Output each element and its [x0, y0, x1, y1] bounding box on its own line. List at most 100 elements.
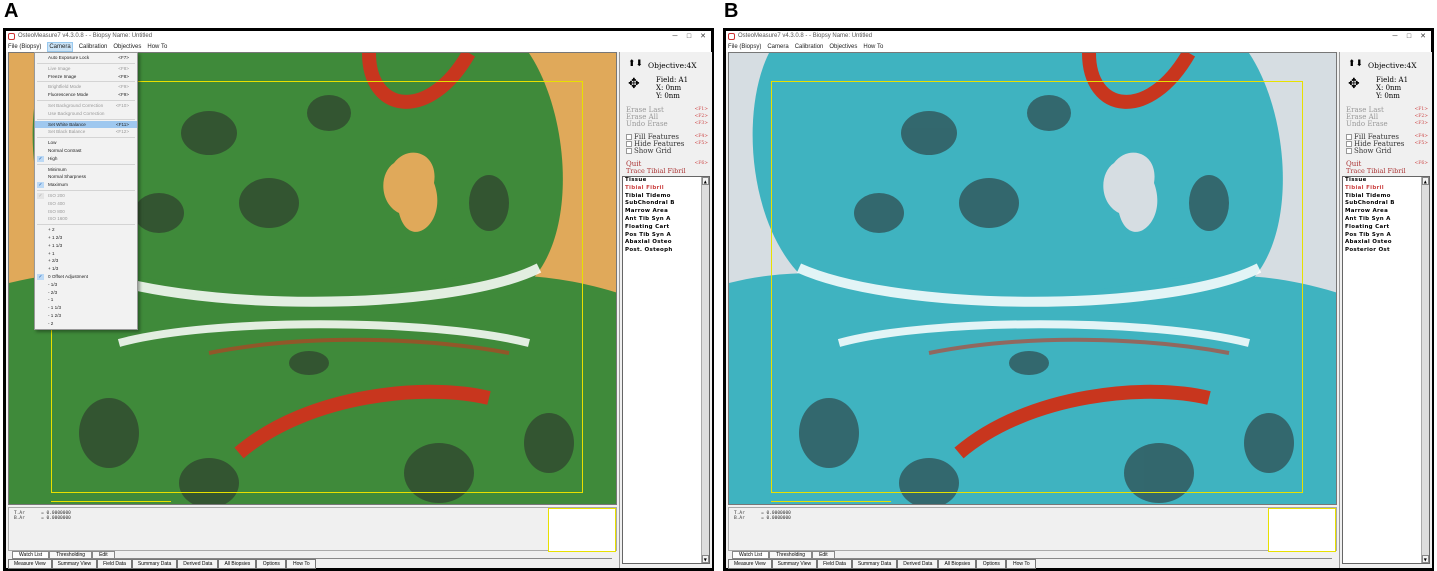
image-view[interactable]: 500 µm [728, 52, 1337, 505]
undo-erase-button[interactable]: Undo Erase <F3> [1346, 120, 1428, 128]
feature-list-item[interactable]: Tibial Fibril [1343, 185, 1429, 193]
menu-item[interactable]: ISO 800 [35, 208, 137, 216]
menu-item[interactable]: - 1 1/3 [35, 304, 137, 312]
tab-summary-data[interactable]: Summary Data [851, 559, 898, 569]
feature-list-item[interactable]: Tibial Tidemo [1343, 193, 1429, 201]
checkbox-icon[interactable] [1346, 148, 1352, 154]
menu-item[interactable]: Auto Exposure Lock <F7> [35, 54, 137, 62]
tab-field-data[interactable]: Field Data [97, 559, 132, 569]
menu-item[interactable]: Normal Contrast [35, 147, 137, 155]
tab-watch-list[interactable]: Watch List [12, 551, 50, 558]
scroll-down-icon[interactable]: ▼ [702, 555, 709, 563]
tab-measure-view[interactable]: Measure View [8, 559, 52, 569]
menu-file-biopsy[interactable]: File (Biopsy) [728, 42, 761, 52]
menu-item[interactable]: ISO 1600 [35, 215, 137, 223]
tab-edit[interactable]: Edit [92, 551, 115, 558]
scroll-up-icon[interactable]: ▲ [702, 177, 709, 185]
tab-options[interactable]: Options [976, 559, 1007, 569]
up-down-arrows-icon[interactable]: ⬆⬇ [1348, 59, 1363, 69]
tab-edit[interactable]: Edit [812, 551, 835, 558]
menu-item[interactable]: Low [35, 139, 137, 147]
menu-how-to[interactable]: How To [147, 42, 167, 52]
feature-list-item[interactable]: Tissue [623, 177, 709, 185]
tab-field-data[interactable]: Field Data [817, 559, 852, 569]
menu-item[interactable]: Fluorescence Mode <F9> [35, 91, 137, 99]
tab-all-biopsies[interactable]: All Biopsies [938, 559, 977, 569]
tab-watch-list[interactable]: Watch List [732, 551, 770, 558]
tab-summary-view[interactable]: Summary View [771, 559, 818, 569]
feature-list-item[interactable]: Abaxial Osteo [623, 239, 709, 247]
tab-summary-data[interactable]: Summary Data [131, 559, 178, 569]
scroll-up-icon[interactable]: ▲ [1422, 177, 1429, 185]
feature-list-item[interactable]: Ant Tib Syn A [623, 216, 709, 224]
feature-list-item[interactable]: SubChondral B [1343, 200, 1429, 208]
menu-item[interactable]: + 1 1/3 [35, 242, 137, 250]
menu-item[interactable]: Brightfield Mode <F9> [35, 83, 137, 91]
feature-list-item[interactable]: Post. Osteoph [623, 247, 709, 255]
show-grid-checkbox[interactable]: Show Grid [626, 147, 708, 155]
checkbox-icon[interactable] [626, 148, 632, 154]
menu-item[interactable]: ISO 400 [35, 200, 137, 208]
menu-item[interactable]: ✓ Maximum [35, 181, 137, 189]
menu-item[interactable]: ✓ 0 Offset Adjustment [35, 273, 137, 281]
menu-file-biopsy[interactable]: File (Biopsy) [8, 42, 41, 52]
menu-calibration[interactable]: Calibration [795, 42, 824, 52]
tab-how-to[interactable]: How To [1006, 559, 1037, 569]
tab-measure-view[interactable]: Measure View [728, 559, 772, 569]
tab-all-biopsies[interactable]: All Biopsies [218, 559, 257, 569]
feature-list-item[interactable]: Tissue [1343, 177, 1429, 185]
tab-summary-view[interactable]: Summary View [51, 559, 98, 569]
menu-item[interactable]: + 2 [35, 226, 137, 234]
feature-list[interactable]: Tissue Tibial Fibril Tibial Tidemo SubChond… [1342, 176, 1430, 564]
tab-thresholding[interactable]: Thresholding [769, 551, 813, 558]
menu-item[interactable]: - 2/3 [35, 289, 137, 297]
menu-item[interactable]: Normal Sharpness [35, 173, 137, 181]
feature-list-item[interactable]: Abaxial Osteo [1343, 239, 1429, 247]
maximize-button[interactable]: □ [1403, 31, 1415, 42]
feature-list-item[interactable]: Floating Cart [623, 224, 709, 232]
close-button[interactable]: ✕ [697, 31, 709, 42]
feature-list-item[interactable]: Marrow Area [623, 208, 709, 216]
feature-list-item[interactable]: Ant Tib Syn A [1343, 216, 1429, 224]
tab-how-to[interactable]: How To [286, 559, 317, 569]
menu-item[interactable]: ✓ High [35, 155, 137, 163]
feature-list-item[interactable]: Marrow Area [1343, 208, 1429, 216]
menu-item[interactable]: Set White Balance <F11> [35, 120, 137, 129]
menu-objectives[interactable]: Objectives [113, 42, 141, 52]
show-grid-checkbox[interactable]: Show Grid [1346, 147, 1428, 155]
menu-item[interactable]: - 1/3 [35, 281, 137, 289]
overview-thumbnail[interactable] [548, 508, 616, 552]
feature-list-item[interactable]: Pos Tib Syn A [623, 232, 709, 240]
menu-camera[interactable]: Camera [47, 42, 73, 52]
menu-item[interactable]: ✓ ISO 200 [35, 192, 137, 200]
maximize-button[interactable]: □ [683, 31, 695, 42]
feature-list-item[interactable]: Pos Tib Syn A [1343, 232, 1429, 240]
menu-camera[interactable]: Camera [767, 42, 788, 52]
menu-item[interactable]: Minimum [35, 166, 137, 174]
feature-list-item[interactable]: Floating Cart [1343, 224, 1429, 232]
list-scrollbar[interactable]: ▲ ▼ [1421, 177, 1429, 563]
feature-list-item[interactable]: Tibial Fibril [623, 185, 709, 193]
list-scrollbar[interactable]: ▲ ▼ [701, 177, 709, 563]
tab-derived-data[interactable]: Derived Data [177, 559, 219, 569]
menu-objectives[interactable]: Objectives [829, 42, 857, 52]
menu-item[interactable]: + 2/3 [35, 257, 137, 265]
scroll-down-icon[interactable]: ▼ [1422, 555, 1429, 563]
move-arrows-icon[interactable]: ✥ [1348, 76, 1360, 92]
menu-item[interactable]: Live Image <F8> [35, 65, 137, 73]
menu-item[interactable]: Use Background Correction [35, 110, 137, 118]
tab-thresholding[interactable]: Thresholding [49, 551, 93, 558]
move-arrows-icon[interactable]: ✥ [628, 76, 640, 92]
tab-options[interactable]: Options [256, 559, 287, 569]
menu-item[interactable]: - 1 [35, 296, 137, 304]
selection-rectangle[interactable] [771, 81, 1303, 493]
minimize-button[interactable]: ─ [669, 31, 681, 42]
feature-list-item[interactable]: SubChondral B [623, 200, 709, 208]
menu-item[interactable]: Freeze Image <F8> [35, 73, 137, 81]
menu-item[interactable]: - 1 2/3 [35, 312, 137, 320]
menu-how-to[interactable]: How To [863, 42, 883, 52]
tab-derived-data[interactable]: Derived Data [897, 559, 939, 569]
overview-thumbnail[interactable] [1268, 508, 1336, 552]
menu-item[interactable]: + 1/3 [35, 265, 137, 273]
undo-erase-button[interactable]: Undo Erase <F3> [626, 120, 708, 128]
